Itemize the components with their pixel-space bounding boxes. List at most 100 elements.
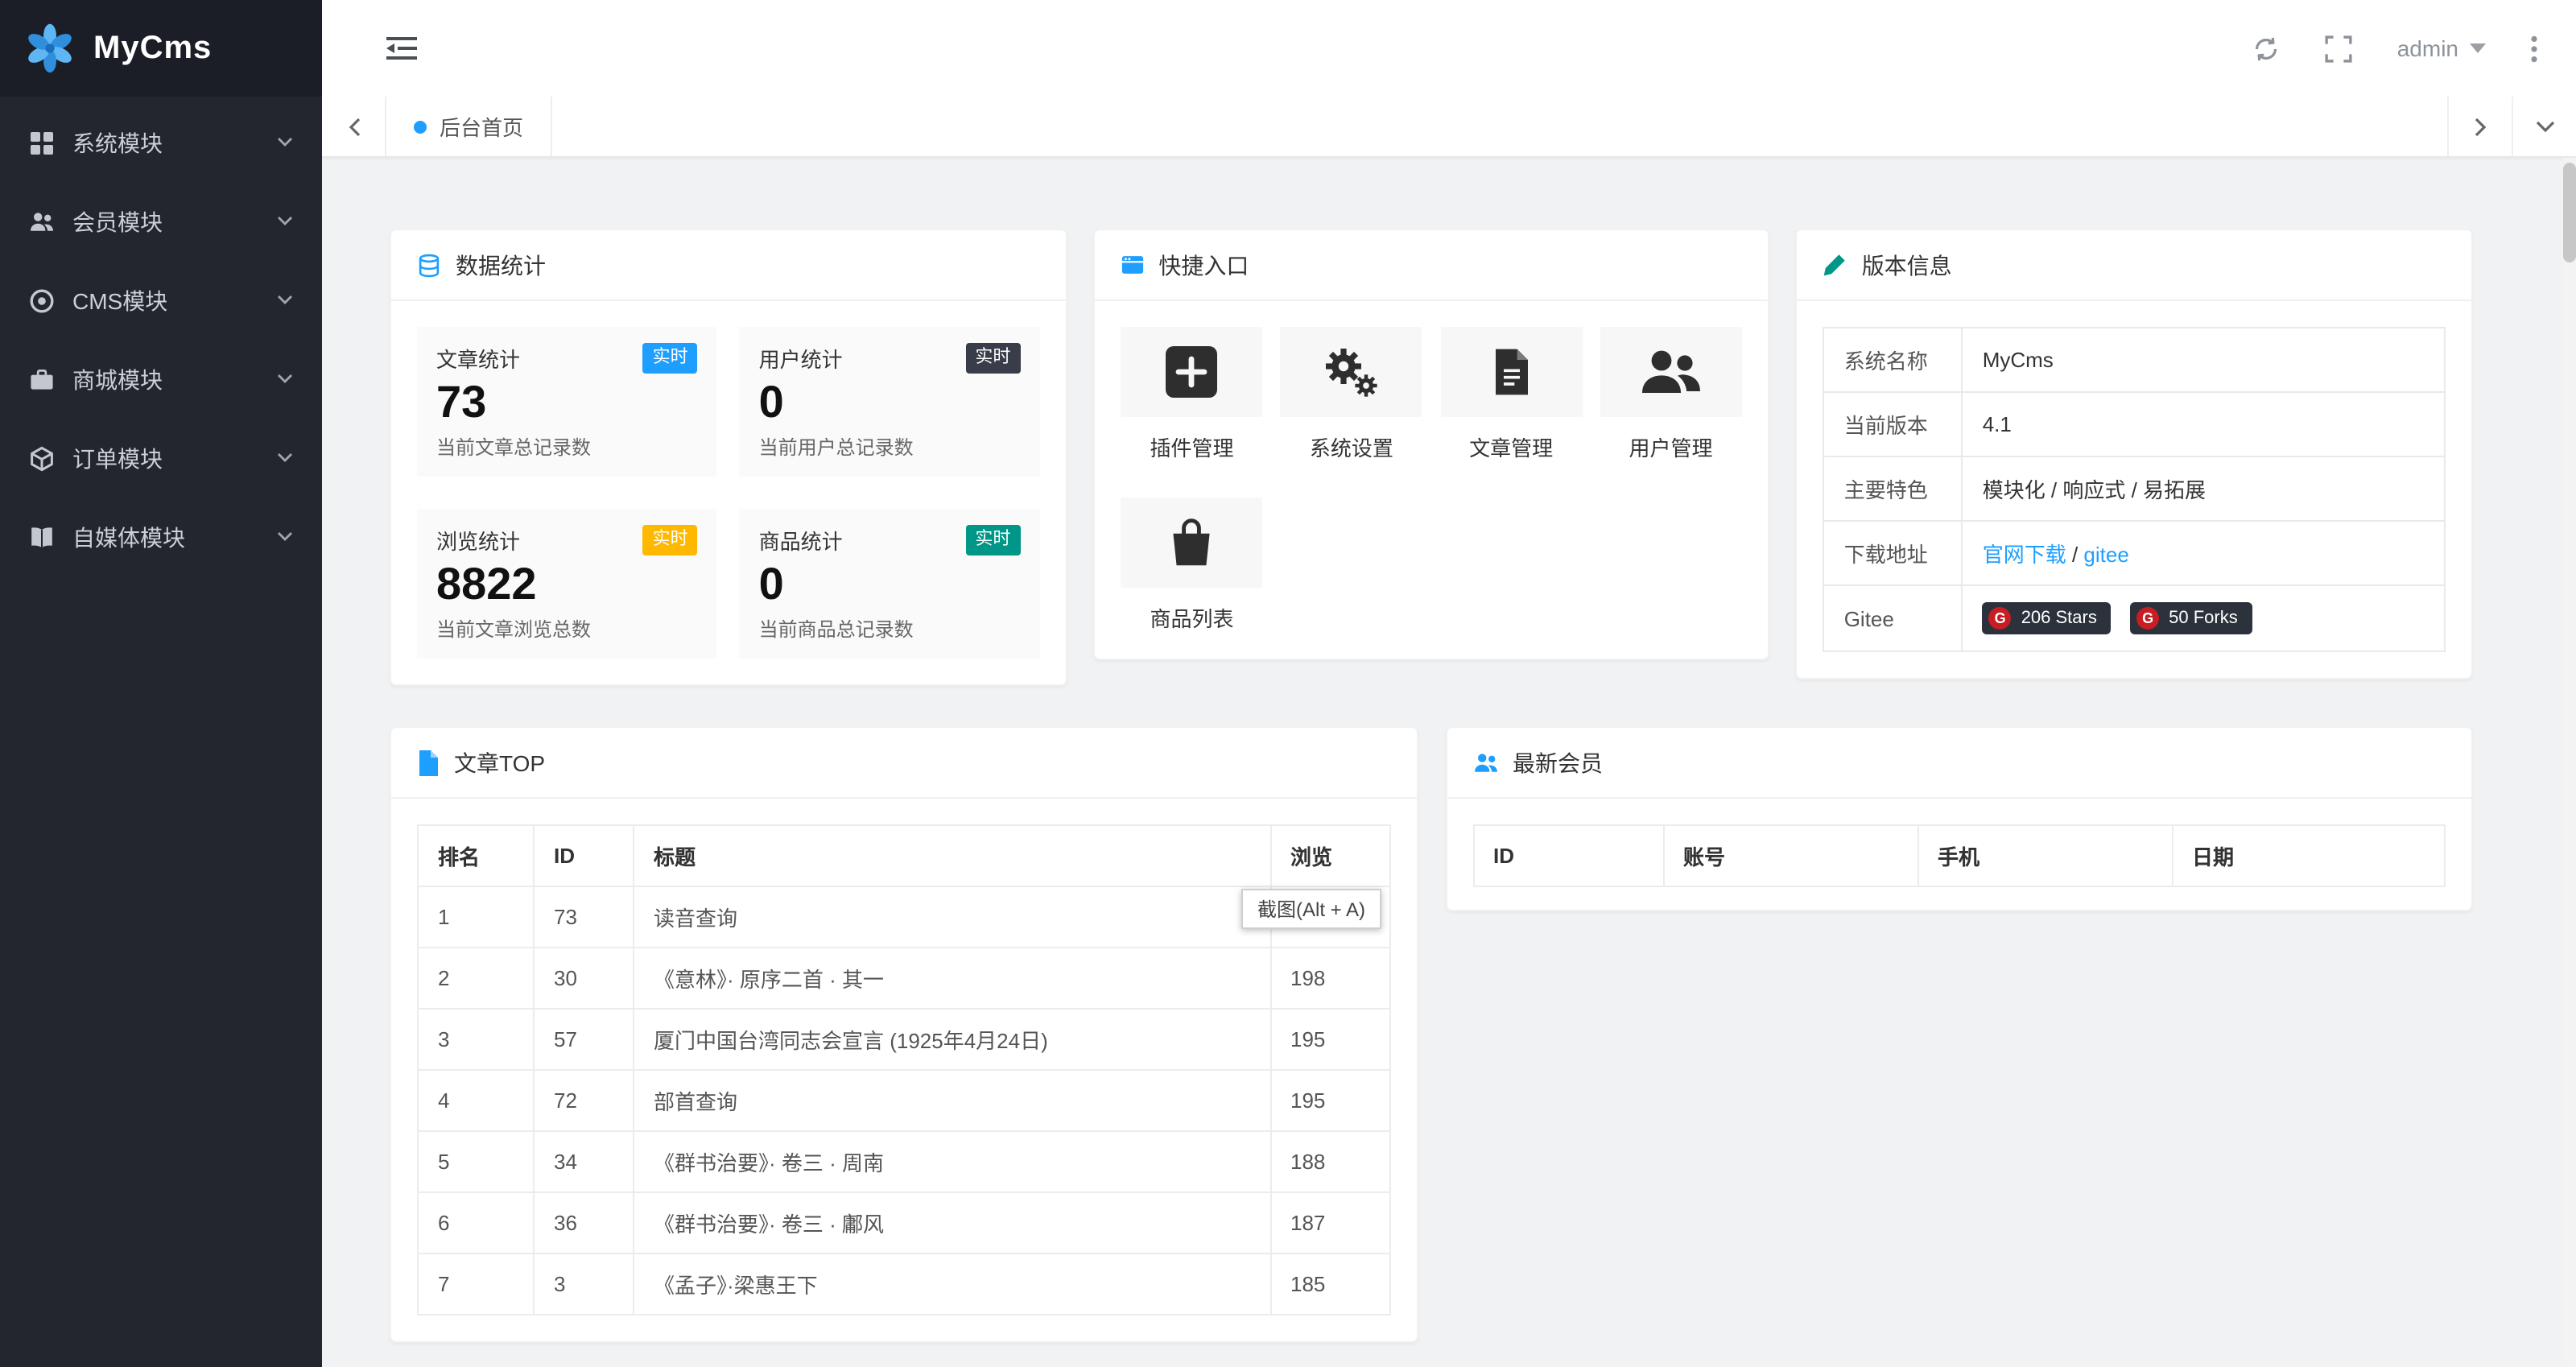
table-row: 主要特色 模块化 / 响应式 / 易拓展 bbox=[1823, 456, 2446, 522]
column-header: 浏览 bbox=[1269, 824, 1390, 887]
stat-desc: 当前文章浏览总数 bbox=[436, 618, 592, 641]
tab-bar: 后台首页 bbox=[322, 97, 2576, 158]
stat-goods: 商品统计 实时 0 当前商品总记录数 bbox=[739, 509, 1040, 659]
sidebar-item-label: 会员模块 bbox=[72, 209, 163, 234]
users-icon bbox=[1472, 750, 1498, 775]
version-row-label: 下载地址 bbox=[1823, 520, 1963, 586]
tabs-scroll-right-button[interactable] bbox=[2447, 97, 2512, 156]
table-row: 2 30 《意林》· 原序二首 · 其一 198 bbox=[417, 947, 1390, 1010]
cell-title: 《孟子》·梁惠王下 bbox=[633, 1253, 1271, 1315]
version-row-value: G 206 Stars G 50 Forks bbox=[1961, 584, 2446, 652]
fullscreen-button[interactable] bbox=[2325, 35, 2352, 62]
cell-views: 195 bbox=[1269, 1008, 1390, 1071]
tabs-menu-button[interactable] bbox=[2512, 97, 2576, 156]
stat-value: 8822 bbox=[436, 559, 537, 609]
sidebar-item-system[interactable]: 系统模块 bbox=[0, 103, 322, 182]
version-row-value: 模块化 / 响应式 / 易拓展 bbox=[1961, 456, 2446, 522]
table-row: 7 3 《孟子》·梁惠王下 185 bbox=[417, 1253, 1390, 1315]
cell-views: 188 bbox=[1269, 1130, 1390, 1193]
table-row: 下载地址 官网下载 / gitee bbox=[1823, 520, 2446, 586]
briefcase-icon bbox=[29, 366, 55, 392]
gitee-forks-label: 50 Forks bbox=[2169, 609, 2238, 628]
version-table: 系统名称 MyCms 当前版本 4.1 主要特色 模块化 / 响应式 / 易拓展 bbox=[1823, 327, 2446, 652]
sidebar-item-media[interactable]: 自媒体模块 bbox=[0, 498, 322, 576]
cell-rank: 7 bbox=[417, 1253, 535, 1315]
scrollbar-thumb[interactable] bbox=[2563, 163, 2576, 262]
sidebar-collapse-button[interactable] bbox=[386, 35, 417, 61]
stat-value: 73 bbox=[436, 377, 487, 427]
stat-label: 文章统计 bbox=[436, 348, 521, 372]
version-row-label: 当前版本 bbox=[1823, 391, 1963, 457]
sidebar-item-cms[interactable]: CMS模块 bbox=[0, 261, 322, 340]
quick-system-settings[interactable]: 系统设置 bbox=[1280, 327, 1423, 462]
cell-rank: 3 bbox=[417, 1008, 535, 1071]
stat-label: 商品统计 bbox=[758, 530, 843, 554]
stat-articles: 文章统计 实时 73 当前文章总记录数 bbox=[417, 327, 717, 477]
refresh-button[interactable] bbox=[2252, 35, 2280, 62]
cell-rank: 2 bbox=[417, 947, 535, 1010]
pen-icon bbox=[1823, 253, 1847, 277]
card-title: 快捷入口 bbox=[1158, 252, 1249, 278]
screenshot-tooltip: 截图(Alt + A) bbox=[1241, 889, 1382, 929]
users-icon bbox=[29, 209, 55, 234]
caret-down-icon bbox=[2470, 43, 2486, 53]
shopping-bag-icon bbox=[1121, 498, 1263, 588]
column-header: ID bbox=[1472, 824, 1664, 887]
quick-goods-list[interactable]: 商品列表 bbox=[1120, 498, 1263, 633]
gitee-stars-badge[interactable]: G 206 Stars bbox=[1982, 602, 2112, 634]
table-row: 系统名称 MyCms bbox=[1823, 327, 2446, 393]
gitee-forks-badge[interactable]: G 50 Forks bbox=[2130, 602, 2252, 634]
active-tab-dot bbox=[414, 120, 427, 133]
sidebar-item-members[interactable]: 会员模块 bbox=[0, 182, 322, 261]
logo[interactable]: MyCms bbox=[0, 0, 322, 97]
quick-label: 文章管理 bbox=[1469, 436, 1554, 460]
version-row-value: 官网下载 / gitee bbox=[1961, 520, 2446, 586]
quick-label: 商品列表 bbox=[1150, 607, 1234, 631]
sidebar-item-label: CMS模块 bbox=[72, 287, 168, 313]
vertical-scrollbar[interactable] bbox=[2563, 158, 2576, 1367]
top-articles-card: 文章TOP 排名 ID 标题 浏览 1 73 读音查询 2 30 《意林》· 原… bbox=[390, 726, 1418, 1343]
cell-title: 《群书治要》· 卷三 · 周南 bbox=[633, 1130, 1271, 1193]
tab-home[interactable]: 后台首页 bbox=[386, 97, 553, 156]
quick-user-manage[interactable]: 用户管理 bbox=[1599, 327, 1742, 462]
version-card: 版本信息 系统名称 MyCms 当前版本 4.1 主要特色 模块化 / 响应式 … bbox=[1795, 229, 2474, 679]
table-row: 6 36 《群书治要》· 卷三 · 鄘风 187 bbox=[417, 1191, 1390, 1254]
latest-members-table: ID 账号 手机 日期 bbox=[1472, 824, 2446, 887]
main-content: 数据统计 文章统计 实时 73 当前文章总记录数 用户统计 实时 0 当前用户总… bbox=[322, 158, 2576, 1367]
gitee-stars-label: 206 Stars bbox=[2021, 609, 2097, 628]
realtime-badge: 实时 bbox=[642, 525, 698, 555]
official-download-link[interactable]: 官网下载 bbox=[1983, 543, 2066, 567]
card-title: 数据统计 bbox=[456, 252, 546, 278]
gitee-link[interactable]: gitee bbox=[2083, 543, 2128, 567]
quick-entry-card-body: 插件管理 系统设置 文章管理 用户管理 商品列表 bbox=[1094, 301, 1768, 659]
quick-article-manage[interactable]: 文章管理 bbox=[1439, 327, 1583, 462]
version-row-label: Gitee bbox=[1823, 584, 1963, 652]
username: admin bbox=[2396, 35, 2458, 61]
sidebar: MyCms 系统模块 会员模块 CMS模块 商城模块 订单模块 自媒体模块 bbox=[0, 0, 322, 1367]
realtime-badge: 实时 bbox=[965, 525, 1021, 555]
version-card-body: 系统名称 MyCms 当前版本 4.1 主要特色 模块化 / 响应式 / 易拓展 bbox=[1798, 301, 2471, 678]
window-icon bbox=[1120, 253, 1144, 277]
cell-title: 厦门中国台湾同志会宣言 (1925年4月24日) bbox=[633, 1008, 1271, 1071]
sidebar-item-orders[interactable]: 订单模块 bbox=[0, 419, 322, 498]
chevron-down-icon bbox=[277, 531, 293, 543]
cell-id: 57 bbox=[533, 1008, 634, 1071]
disc-icon bbox=[29, 287, 55, 313]
quick-plugin-manage[interactable]: 插件管理 bbox=[1120, 327, 1263, 462]
more-options-button[interactable] bbox=[2531, 35, 2537, 62]
quick-grid: 插件管理 系统设置 文章管理 用户管理 商品列表 bbox=[1120, 327, 1742, 633]
table-row: 4 72 部首查询 195 bbox=[417, 1069, 1390, 1132]
quick-entry-card: 快捷入口 插件管理 系统设置 文章管理 用户管理 商品列表 bbox=[1092, 229, 1770, 660]
table-row: 5 34 《群书治要》· 卷三 · 周南 188 bbox=[417, 1130, 1390, 1193]
sidebar-item-shop[interactable]: 商城模块 bbox=[0, 340, 322, 419]
cell-id: 36 bbox=[533, 1191, 634, 1254]
tabs-scroll-left-button[interactable] bbox=[322, 97, 386, 156]
table-header-row: ID 账号 手机 日期 bbox=[1472, 824, 2446, 887]
stat-value: 0 bbox=[758, 559, 784, 609]
stat-desc: 当前商品总记录数 bbox=[758, 618, 914, 641]
top-articles-card-header: 文章TOP bbox=[391, 728, 1416, 799]
version-row-value: 4.1 bbox=[1961, 391, 2446, 457]
stats-card-header: 数据统计 bbox=[391, 230, 1066, 301]
user-menu[interactable]: admin bbox=[2397, 35, 2486, 61]
cell-views: 195 bbox=[1269, 1069, 1390, 1132]
